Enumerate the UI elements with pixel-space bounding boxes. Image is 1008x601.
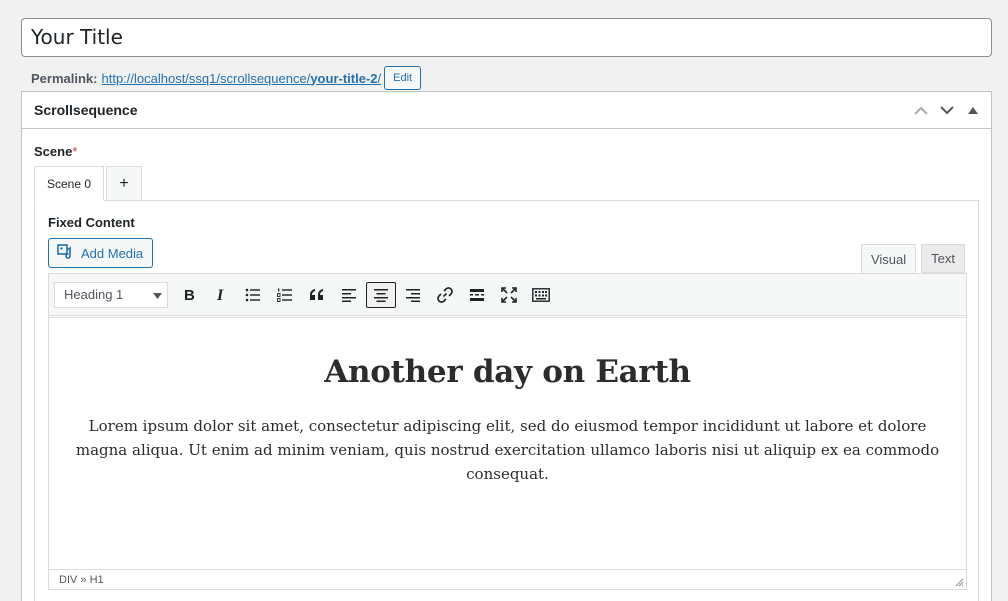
required-asterisk: *: [72, 144, 78, 159]
format-select-value: Heading 1: [64, 287, 124, 302]
permalink-row: Permalink: http://localhost/ssq1/scrolls…: [31, 66, 422, 90]
chevron-down-icon: [153, 287, 162, 302]
scene-panel: Fixed Content Add Media Visual Text Head…: [34, 200, 979, 601]
scrollsequence-metabox: Scrollsequence Scene* Scene 0 + Fixed Co…: [21, 91, 992, 601]
add-media-button[interactable]: Add Media: [48, 238, 153, 268]
toolbar-toggle-icon[interactable]: [526, 282, 556, 308]
italic-icon[interactable]: I: [206, 282, 236, 308]
editor-mode-tabs: Visual Text: [860, 244, 965, 274]
numbered-list-icon[interactable]: [270, 282, 300, 308]
tab-text[interactable]: Text: [921, 244, 965, 273]
editor-toolbar: Heading 1 B I: [49, 274, 966, 316]
metabox-controls: [913, 101, 981, 119]
add-media-label: Add Media: [81, 245, 144, 261]
editor-statusbar: DIV » H1: [49, 569, 966, 589]
add-media-icon: [57, 243, 75, 263]
permalink-slug: your-title-2: [310, 70, 378, 86]
fixed-content-label: Fixed Content: [48, 215, 135, 230]
metabox-header: Scrollsequence: [22, 92, 991, 129]
collapse-toggle-icon[interactable]: [965, 101, 981, 119]
align-left-icon[interactable]: [334, 282, 364, 308]
tab-visual[interactable]: Visual: [860, 244, 917, 274]
element-path: DIV » H1: [59, 573, 104, 586]
scene-tabs: Scene 0 +: [34, 166, 142, 201]
scene-label: Scene*: [34, 144, 78, 159]
content-paragraph: Lorem ipsum dolor sit amet, consectetur …: [75, 417, 940, 483]
permalink-label: Permalink:: [31, 70, 98, 86]
tab-scene-0[interactable]: Scene 0: [34, 166, 104, 201]
align-right-icon[interactable]: [398, 282, 428, 308]
align-center-icon[interactable]: [366, 281, 396, 308]
post-title-input[interactable]: Your Title: [21, 18, 992, 57]
link-icon[interactable]: [430, 282, 460, 308]
permalink-link[interactable]: http://localhost/ssq1/scrollsequence/you…: [101, 71, 381, 86]
move-down-icon[interactable]: [939, 101, 955, 119]
move-up-icon[interactable]: [913, 101, 929, 119]
read-more-icon[interactable]: [462, 282, 492, 308]
fullscreen-icon[interactable]: [494, 282, 524, 308]
metabox-title: Scrollsequence: [34, 102, 138, 118]
content-heading: Another day on Earth: [324, 354, 691, 390]
format-select[interactable]: Heading 1: [54, 281, 168, 308]
blockquote-icon[interactable]: [302, 282, 332, 308]
permalink-edit-button[interactable]: Edit: [384, 66, 422, 90]
editor-content-area[interactable]: Another day on Earth Lorem ipsum dolor s…: [49, 317, 966, 567]
bullet-list-icon[interactable]: [238, 282, 268, 308]
bold-icon[interactable]: B: [174, 282, 204, 308]
resize-grip-icon[interactable]: [955, 578, 964, 587]
add-scene-tab[interactable]: +: [106, 166, 142, 201]
svg-text:I: I: [216, 287, 224, 303]
svg-text:B: B: [184, 287, 195, 303]
wysiwyg-editor: Heading 1 B I Another day on Earth Lorem…: [48, 273, 967, 590]
